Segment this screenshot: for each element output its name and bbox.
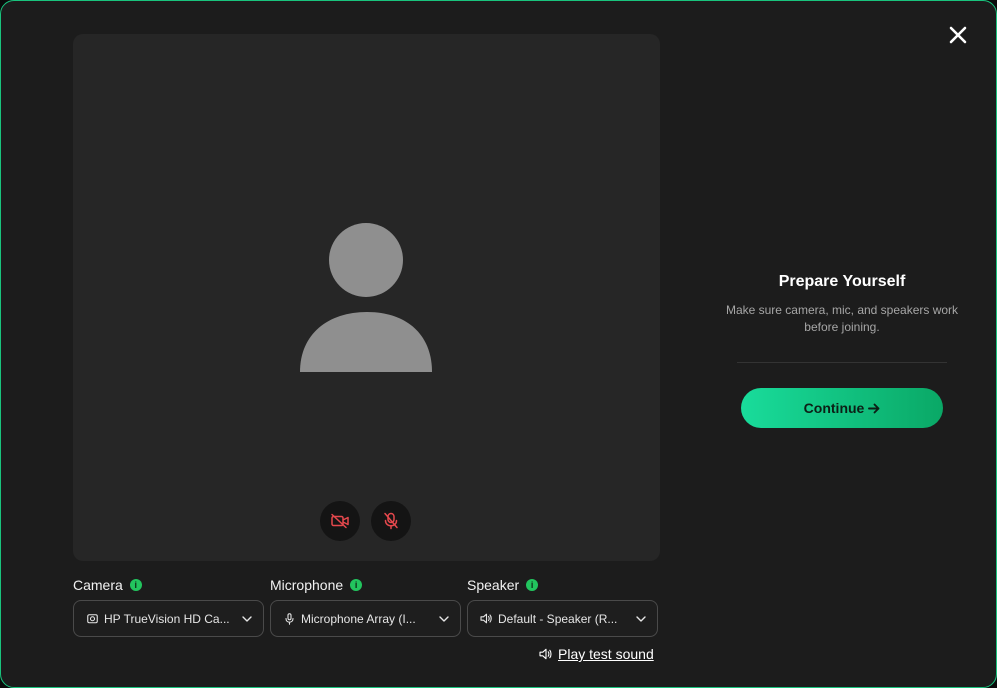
camera-label: Camera i (73, 577, 142, 593)
camera-label-text: Camera (73, 577, 123, 593)
avatar-placeholder-icon (300, 223, 432, 372)
microphone-label-text: Microphone (270, 577, 344, 593)
microphone-select-value: Microphone Array (I... (301, 611, 416, 626)
microphone-select[interactable]: Microphone Array (I... (270, 600, 461, 637)
mic-off-icon (384, 512, 398, 530)
speaker-info-icon[interactable]: i (526, 579, 539, 591)
camera-toggle-button[interactable] (320, 501, 360, 541)
speaker-icon (480, 613, 492, 625)
chevron-down-icon (241, 613, 253, 625)
continue-label: Continue (803, 400, 865, 416)
play-test-sound-button[interactable]: Play test sound (539, 646, 654, 662)
continue-button[interactable]: Continue (741, 388, 943, 428)
camera-icon (86, 613, 98, 625)
camera-off-icon (331, 513, 349, 529)
prejoin-modal: Camera i HP TrueVision HD Ca... Micropho… (0, 0, 997, 688)
speaker-label: Speaker i (467, 577, 539, 593)
panel-description: Make sure camera, mic, and speakers work… (725, 303, 959, 334)
speaker-icon (539, 648, 552, 660)
video-preview (73, 34, 660, 561)
camera-info-icon[interactable]: i (129, 579, 142, 591)
close-button[interactable] (944, 21, 972, 49)
chevron-down-icon (438, 613, 450, 625)
speaker-label-text: Speaker (467, 577, 520, 593)
divider (737, 362, 947, 363)
microphone-label: Microphone i (270, 577, 363, 593)
panel-title: Prepare Yourself (778, 273, 906, 290)
arrow-right-icon (868, 403, 880, 413)
speaker-select[interactable]: Default - Speaker (R... (467, 600, 658, 637)
prepare-panel: Prepare Yourself Make sure camera, mic, … (713, 273, 971, 336)
chevron-down-icon (635, 613, 647, 625)
speaker-select-value: Default - Speaker (R... (498, 611, 618, 626)
mic-icon (283, 612, 295, 625)
mic-toggle-button[interactable] (371, 501, 411, 541)
play-test-sound-label: Play test sound (558, 646, 654, 662)
camera-select-value: HP TrueVision HD Ca... (104, 611, 230, 626)
microphone-info-icon[interactable]: i (350, 579, 363, 591)
close-icon (949, 26, 967, 44)
camera-select[interactable]: HP TrueVision HD Ca... (73, 600, 264, 637)
